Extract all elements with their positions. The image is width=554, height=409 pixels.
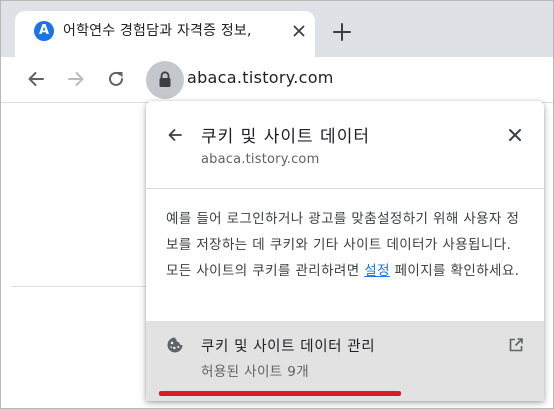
close-icon[interactable] [291,23,307,39]
manage-cookies-button[interactable]: 쿠키 및 사이트 데이터 관리 허용된 사이트 9개 [146,321,544,401]
settings-link[interactable]: 설정 [364,263,390,279]
tab-title: 어학연수 경험담과 자격증 정보, [63,23,252,39]
external-link-icon [509,338,523,352]
back-arrow-icon[interactable] [166,126,184,144]
new-tab-icon[interactable] [331,21,353,43]
close-icon[interactable] [508,128,522,142]
manage-cookies-title: 쿠키 및 사이트 데이터 관리 [201,339,376,355]
popup-description: 예를 들어 로그인하거나 광고를 맞춤설정하기 위해 사용자 정보를 저장하는 … [166,206,528,284]
cookies-popup: 쿠키 및 사이트 데이터 abaca.tistory.com 예를 들어 로그인… [146,101,544,401]
popup-subtitle: abaca.tistory.com [201,152,320,167]
page-divider [11,286,147,287]
popup-title: 쿠키 및 사이트 데이터 [201,127,370,147]
browser-window: A 어학연수 경험담과 자격증 정보, abaca.tistory.com 쿠키… [0,0,554,409]
highlight-underline [159,391,401,396]
back-icon[interactable] [25,68,47,90]
divider [146,188,544,189]
site-favicon-icon: A [34,21,54,41]
cookie-icon [167,337,183,353]
allowed-sites-count: 허용된 사이트 9개 [201,364,310,380]
address-bar-url[interactable]: abaca.tistory.com [187,68,334,87]
tab-strip: A 어학연수 경험담과 자격증 정보, [1,1,553,57]
forward-icon[interactable] [65,68,87,90]
toolbar: abaca.tistory.com [1,57,553,103]
browser-tab[interactable]: A 어학연수 경험담과 자격증 정보, [15,11,315,57]
lock-icon [159,71,171,87]
description-text-end: 페이지를 확인하세요. [389,263,520,279]
reload-icon[interactable] [105,68,127,90]
site-info-button[interactable] [146,61,184,99]
